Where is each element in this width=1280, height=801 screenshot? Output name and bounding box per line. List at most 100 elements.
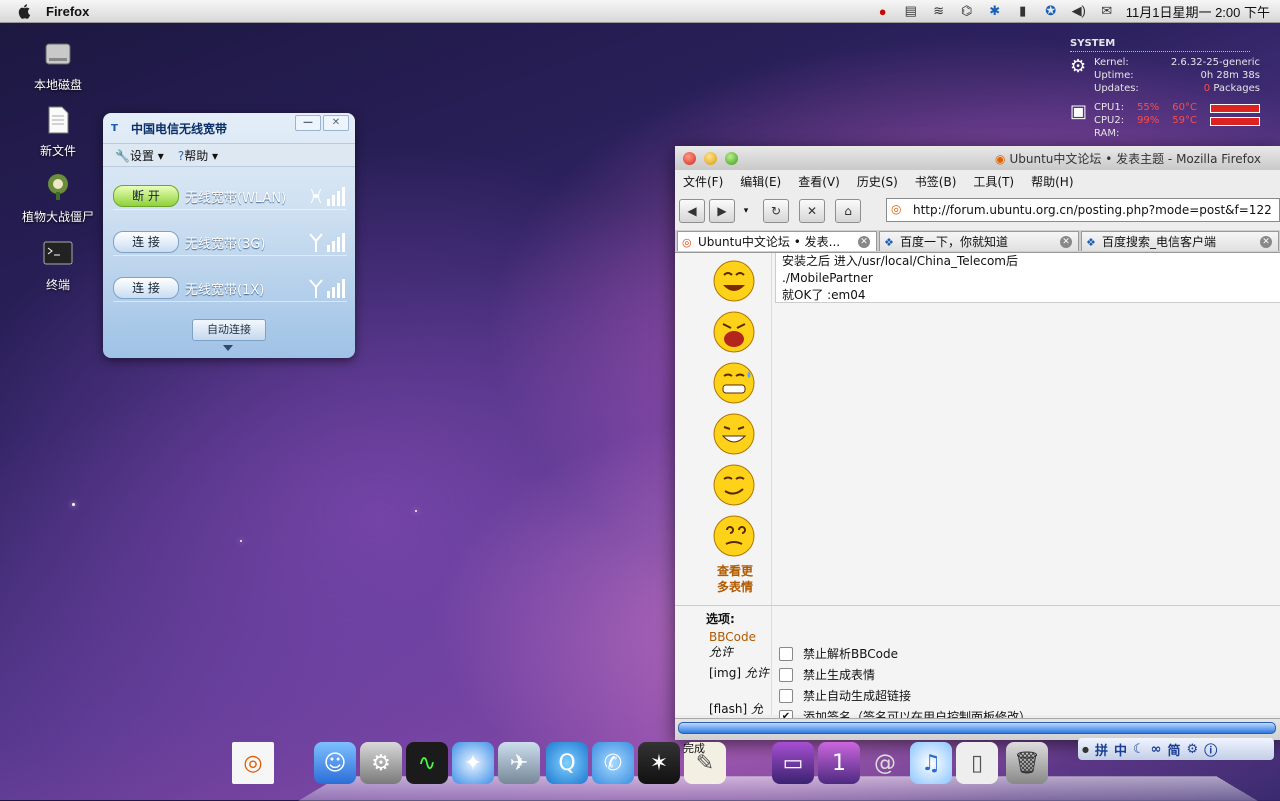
dock-trash-icon[interactable]: 🗑 xyxy=(1006,742,1048,784)
menu-help[interactable]: 帮助(H) xyxy=(1031,173,1073,190)
dock-spaces-icon[interactable]: 1 xyxy=(818,742,860,784)
desktop-icon-plants-vs-zombies[interactable]: 植物大战僵尸 xyxy=(18,170,98,225)
post-textarea[interactable]: 安装之后 进入/usr/local/China_Telecom后 ./Mobil… xyxy=(775,253,1280,303)
updates-suffix: Packages xyxy=(1213,83,1260,94)
dock-itunes-icon[interactable]: ♫ xyxy=(910,742,952,784)
window-titlebar[interactable]: ◉ Ubuntu中文论坛 • 发表主题 - Mozilla Firefox xyxy=(675,146,1280,170)
options-title: 选项: xyxy=(706,612,735,626)
expand-arrow-icon[interactable] xyxy=(223,345,233,351)
dock-ichat-icon[interactable]: ✆ xyxy=(592,742,634,784)
settings-menu[interactable]: 🔧设置 ▾ xyxy=(115,147,164,164)
tab-ubuntu-forum[interactable]: ◎ Ubuntu中文论坛 • 发表... ✕ xyxy=(677,231,877,251)
back-button[interactable]: ◀ xyxy=(679,199,705,223)
auto-connect-button[interactable]: 自动连接 xyxy=(192,319,266,341)
clipboard-icon[interactable]: ▤ xyxy=(902,3,920,19)
ubuntu-one-icon[interactable]: ● xyxy=(874,3,892,19)
dock-preview-icon[interactable]: ▯ xyxy=(956,742,998,784)
history-dropdown-icon[interactable]: ▾ xyxy=(739,206,753,216)
clock[interactable]: 11月1日星期一 2:00 下午 xyxy=(1126,2,1270,21)
stop-button[interactable]: ✕ xyxy=(799,199,825,223)
dock-finder-icon[interactable]: ☺ xyxy=(314,742,356,784)
firefox-menubar: 文件(F) 编辑(E) 查看(V) 历史(S) 书签(B) 工具(T) 帮助(H… xyxy=(675,170,1280,192)
dock-quicktime-icon[interactable]: Q xyxy=(546,742,588,784)
tab-baidu-search[interactable]: ❖ 百度搜索_电信客户端 ✕ xyxy=(1081,231,1279,251)
connect-button[interactable]: 连 接 xyxy=(113,277,179,299)
dock-safari-icon[interactable]: ✦ xyxy=(452,742,494,784)
ime-info-icon[interactable]: ⓘ xyxy=(1204,740,1217,759)
baidu-paw-icon: ❖ xyxy=(884,235,894,249)
dock-address-book-icon[interactable]: @ xyxy=(864,742,906,784)
dock-system-preferences-icon[interactable]: ⚙ xyxy=(360,742,402,784)
url-text[interactable]: http://forum.ubuntu.org.cn/posting.php?m… xyxy=(913,203,1272,217)
minimize-button[interactable]: — xyxy=(295,115,321,131)
battery-icon[interactable]: ▮ xyxy=(1014,3,1032,19)
menu-tools[interactable]: 工具(T) xyxy=(973,173,1014,190)
menu-bookmarks[interactable]: 书签(B) xyxy=(915,173,957,190)
reload-button[interactable]: ↻ xyxy=(763,199,789,223)
dock-ubuntu-icon[interactable]: ◎ xyxy=(232,742,274,784)
checkbox-box[interactable] xyxy=(779,688,793,703)
minimize-window-button[interactable] xyxy=(704,151,717,165)
antenna-signal-icon xyxy=(309,233,345,252)
network-icon[interactable]: ⌬ xyxy=(958,3,976,19)
desktop-icon-new-file[interactable]: 新文件 xyxy=(18,104,98,159)
dock-activity-monitor-icon[interactable]: ∿ xyxy=(406,742,448,784)
smiley-dizzy-icon[interactable] xyxy=(711,514,757,558)
menu-edit[interactable]: 编辑(E) xyxy=(740,173,781,190)
volume-icon[interactable]: ◀) xyxy=(1070,3,1088,19)
cpu1-temp: 60°C xyxy=(1172,102,1197,113)
close-button[interactable]: ✕ xyxy=(323,115,349,131)
ime-punctuation-icon[interactable]: ∞ xyxy=(1151,742,1162,757)
smiley-sweat-icon[interactable] xyxy=(711,361,757,405)
tab-baidu[interactable]: ❖ 百度一下，你就知道 ✕ xyxy=(879,231,1079,251)
home-button[interactable]: ⌂ xyxy=(835,199,861,223)
wifi-icon[interactable]: ≋ xyxy=(930,3,948,19)
tab-close-icon[interactable]: ✕ xyxy=(1060,235,1072,248)
url-bar[interactable]: ◎ http://forum.ubuntu.org.cn/posting.php… xyxy=(886,198,1280,222)
active-app-name[interactable]: Firefox xyxy=(46,4,89,19)
dock-photo-icon[interactable]: ▭ xyxy=(772,742,814,784)
menu-history[interactable]: 历史(S) xyxy=(857,173,898,190)
ubuntu-logo-icon: ⚙ xyxy=(1070,56,1087,77)
ram-label: RAM: xyxy=(1094,128,1120,139)
ime-moon-icon[interactable]: ☾ xyxy=(1133,742,1145,757)
star xyxy=(72,503,75,506)
menu-file[interactable]: 文件(F) xyxy=(683,173,723,190)
smiley-grin-icon[interactable] xyxy=(711,412,757,456)
tab-close-icon[interactable]: ✕ xyxy=(1260,235,1272,248)
smiley-laugh-icon[interactable] xyxy=(711,259,757,303)
tab-close-icon[interactable]: ✕ xyxy=(858,235,870,248)
checkbox-disable-autolinks[interactable]: 禁止自动生成超链接 xyxy=(779,687,911,704)
antenna-signal-icon xyxy=(309,279,345,298)
connect-button[interactable]: 连 接 xyxy=(113,231,179,253)
smiley-smirk-icon[interactable] xyxy=(711,463,757,507)
game-icon xyxy=(48,174,68,200)
menu-view[interactable]: 查看(V) xyxy=(798,173,840,190)
ime-simplified-icon[interactable]: 简 xyxy=(1168,740,1181,759)
zoom-window-button[interactable] xyxy=(725,151,738,165)
dock-imovie-icon[interactable]: ✶ xyxy=(638,742,680,784)
checkbox-disable-smilies[interactable]: 禁止生成表情 xyxy=(779,666,875,683)
ime-settings-icon[interactable]: ⚙ xyxy=(1187,742,1199,757)
desktop-icon-local-disk[interactable]: 本地磁盘 xyxy=(18,38,98,93)
ime-chinese-button[interactable]: 中 xyxy=(1114,740,1127,759)
ime-handle-icon[interactable]: ● xyxy=(1082,745,1089,754)
close-window-button[interactable] xyxy=(683,151,696,165)
mail-icon[interactable]: ✉ xyxy=(1098,3,1116,19)
apple-icon[interactable] xyxy=(18,3,32,19)
ime-pinyin-button[interactable]: 拼 xyxy=(1095,740,1108,759)
terminal-icon xyxy=(43,241,73,265)
smiley-cry-laugh-icon[interactable] xyxy=(711,310,757,354)
accessibility-icon[interactable]: ✪ xyxy=(1042,3,1060,19)
dock-mail-icon[interactable]: ✈ xyxy=(498,742,540,784)
help-menu[interactable]: ?帮助 ▾ xyxy=(178,147,218,164)
bluetooth-icon[interactable]: ✱ xyxy=(986,3,1004,19)
more-smilies-link[interactable]: 查看更 多表情 xyxy=(705,563,765,595)
forward-button[interactable]: ▶ xyxy=(709,199,735,223)
checkbox-box[interactable] xyxy=(779,646,793,661)
checkbox-box[interactable] xyxy=(779,667,793,682)
desktop-icon-terminal[interactable]: 终端 xyxy=(18,238,98,293)
cpu2-label: CPU2: xyxy=(1094,115,1125,126)
checkbox-disable-bbcode[interactable]: 禁止解析BBCode xyxy=(779,645,898,662)
disconnect-button[interactable]: 断 开 xyxy=(113,185,179,207)
